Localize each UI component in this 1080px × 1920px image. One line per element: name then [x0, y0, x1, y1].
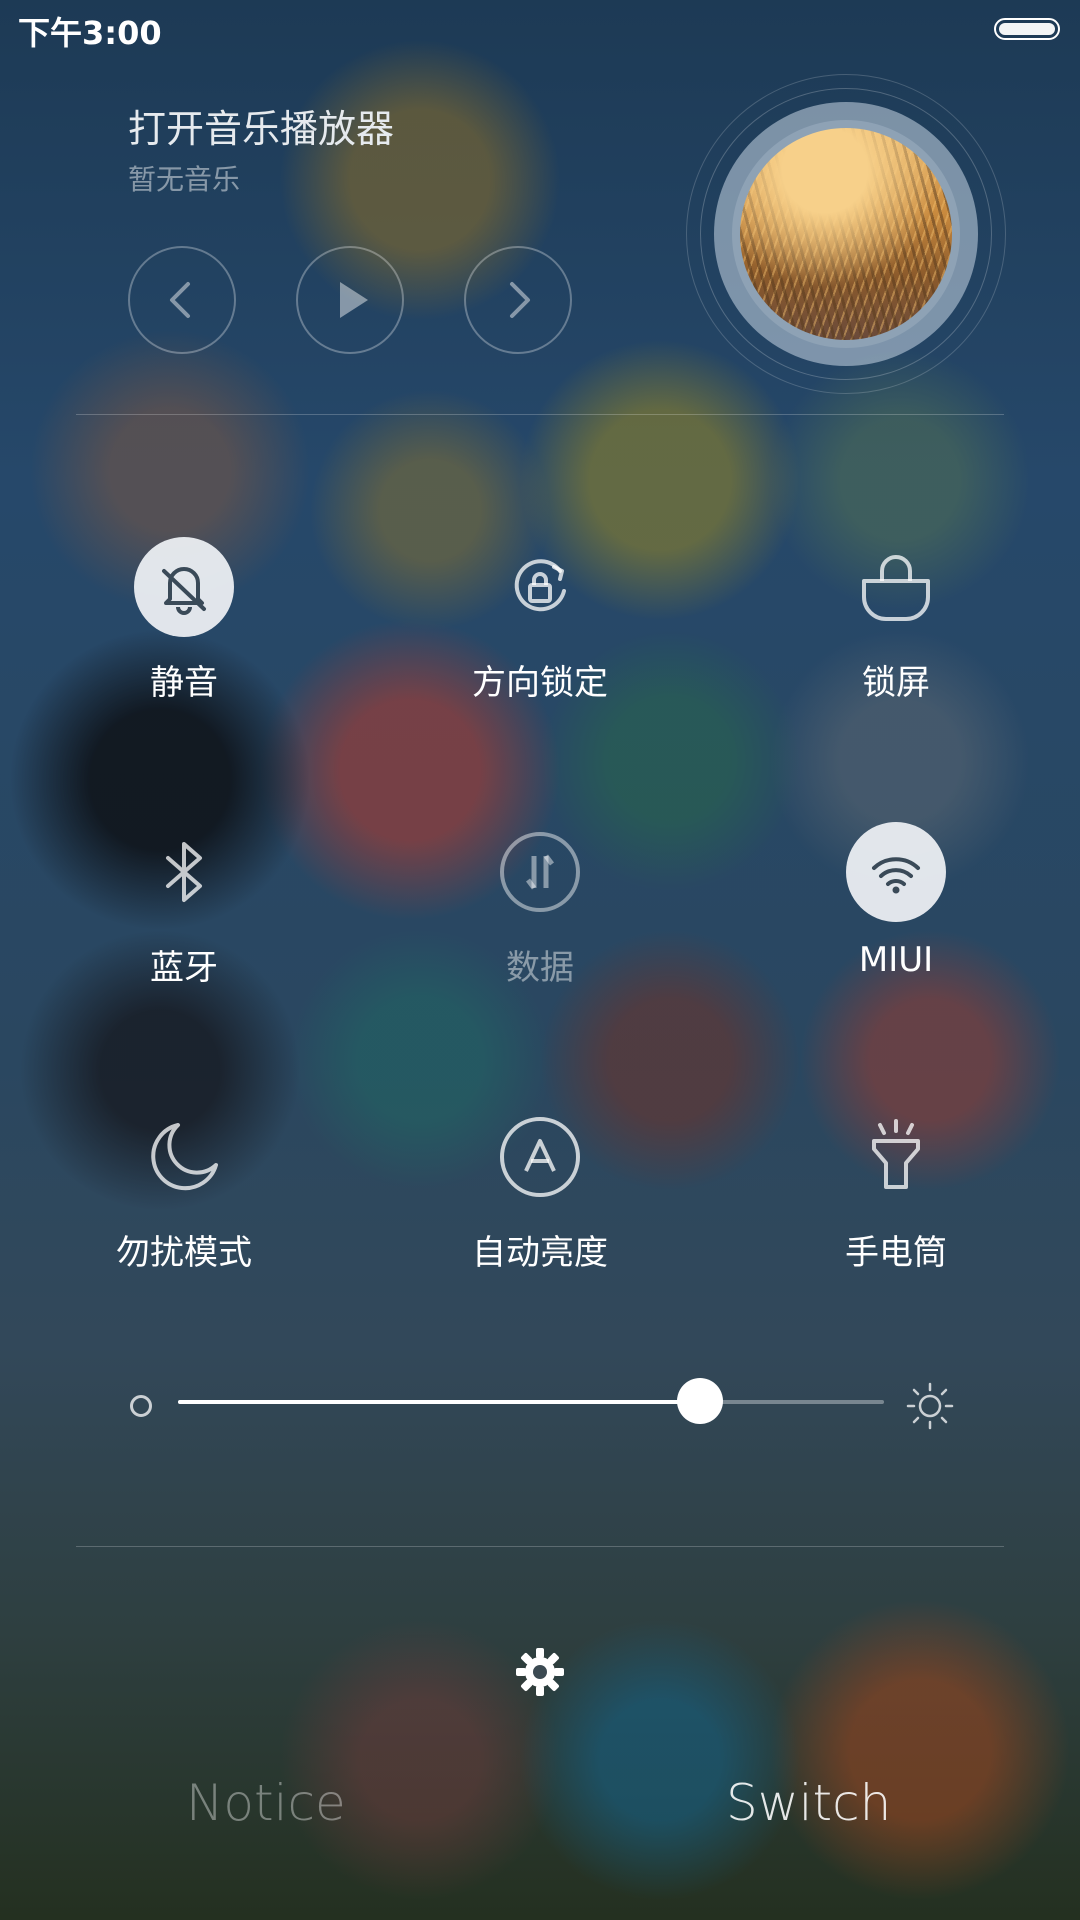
lock-icon — [846, 537, 946, 637]
toggle-label: 勿扰模式 — [116, 1233, 252, 1273]
toggle-label: MIUI — [858, 940, 934, 980]
music-subtitle: 暂无音乐 — [128, 163, 241, 196]
flashlight-icon — [846, 1107, 946, 1207]
chevron-left-icon — [170, 282, 190, 318]
wifi-icon — [846, 822, 946, 922]
toggle-label: 方向锁定 — [472, 663, 608, 703]
brightness-track[interactable] — [178, 1378, 884, 1424]
toggle-do-not-disturb[interactable]: 勿扰模式 — [54, 1107, 314, 1307]
toggle-label: 静音 — [150, 663, 218, 703]
toggle-bluetooth[interactable]: 蓝牙 — [54, 822, 314, 1022]
toggle-mobile-data[interactable]: 数据 — [410, 822, 670, 1022]
toggle-label: 蓝牙 — [150, 948, 218, 988]
toggle-auto-brightness[interactable]: 自动亮度 — [410, 1107, 670, 1307]
tab-switch[interactable]: Switch — [726, 1774, 891, 1832]
mobile-data-icon — [490, 822, 590, 922]
bluetooth-icon — [134, 822, 234, 922]
moon-icon — [134, 1107, 234, 1207]
next-button[interactable] — [464, 246, 572, 354]
brightness-thumb[interactable] — [677, 1378, 724, 1424]
toggle-label: 手电筒 — [845, 1233, 947, 1273]
battery-icon — [994, 18, 1060, 40]
music-title[interactable]: 打开音乐播放器 — [128, 98, 394, 153]
previous-button[interactable] — [128, 246, 236, 354]
toggle-label: 自动亮度 — [472, 1233, 608, 1273]
toggle-lock-screen[interactable]: 锁屏 — [766, 537, 1026, 737]
brightness-low-icon — [130, 1395, 152, 1417]
toggle-silent[interactable]: 静音 — [54, 537, 314, 737]
toggle-wifi[interactable]: MIUI — [766, 822, 1026, 1022]
play-button[interactable] — [296, 246, 404, 354]
toggle-label: 锁屏 — [862, 663, 930, 703]
brightness-fill — [178, 1400, 701, 1404]
album-art-image — [732, 120, 960, 348]
play-icon — [340, 282, 368, 318]
sun-icon — [906, 1382, 954, 1430]
toggle-rotation-lock[interactable]: 方向锁定 — [410, 537, 670, 737]
tab-notice[interactable]: Notice — [186, 1774, 346, 1832]
divider — [76, 1546, 1004, 1547]
bell-off-icon — [134, 537, 234, 637]
status-time: 下午3:00 — [18, 14, 162, 52]
toggle-label: 数据 — [506, 948, 574, 988]
divider — [76, 414, 1004, 415]
toggle-flashlight[interactable]: 手电筒 — [766, 1107, 1026, 1307]
gear-icon[interactable] — [514, 1646, 566, 1698]
rotation-lock-icon — [490, 537, 590, 637]
album-art-disc[interactable] — [686, 74, 1006, 394]
auto-brightness-icon — [490, 1107, 590, 1207]
chevron-right-icon — [510, 282, 530, 318]
